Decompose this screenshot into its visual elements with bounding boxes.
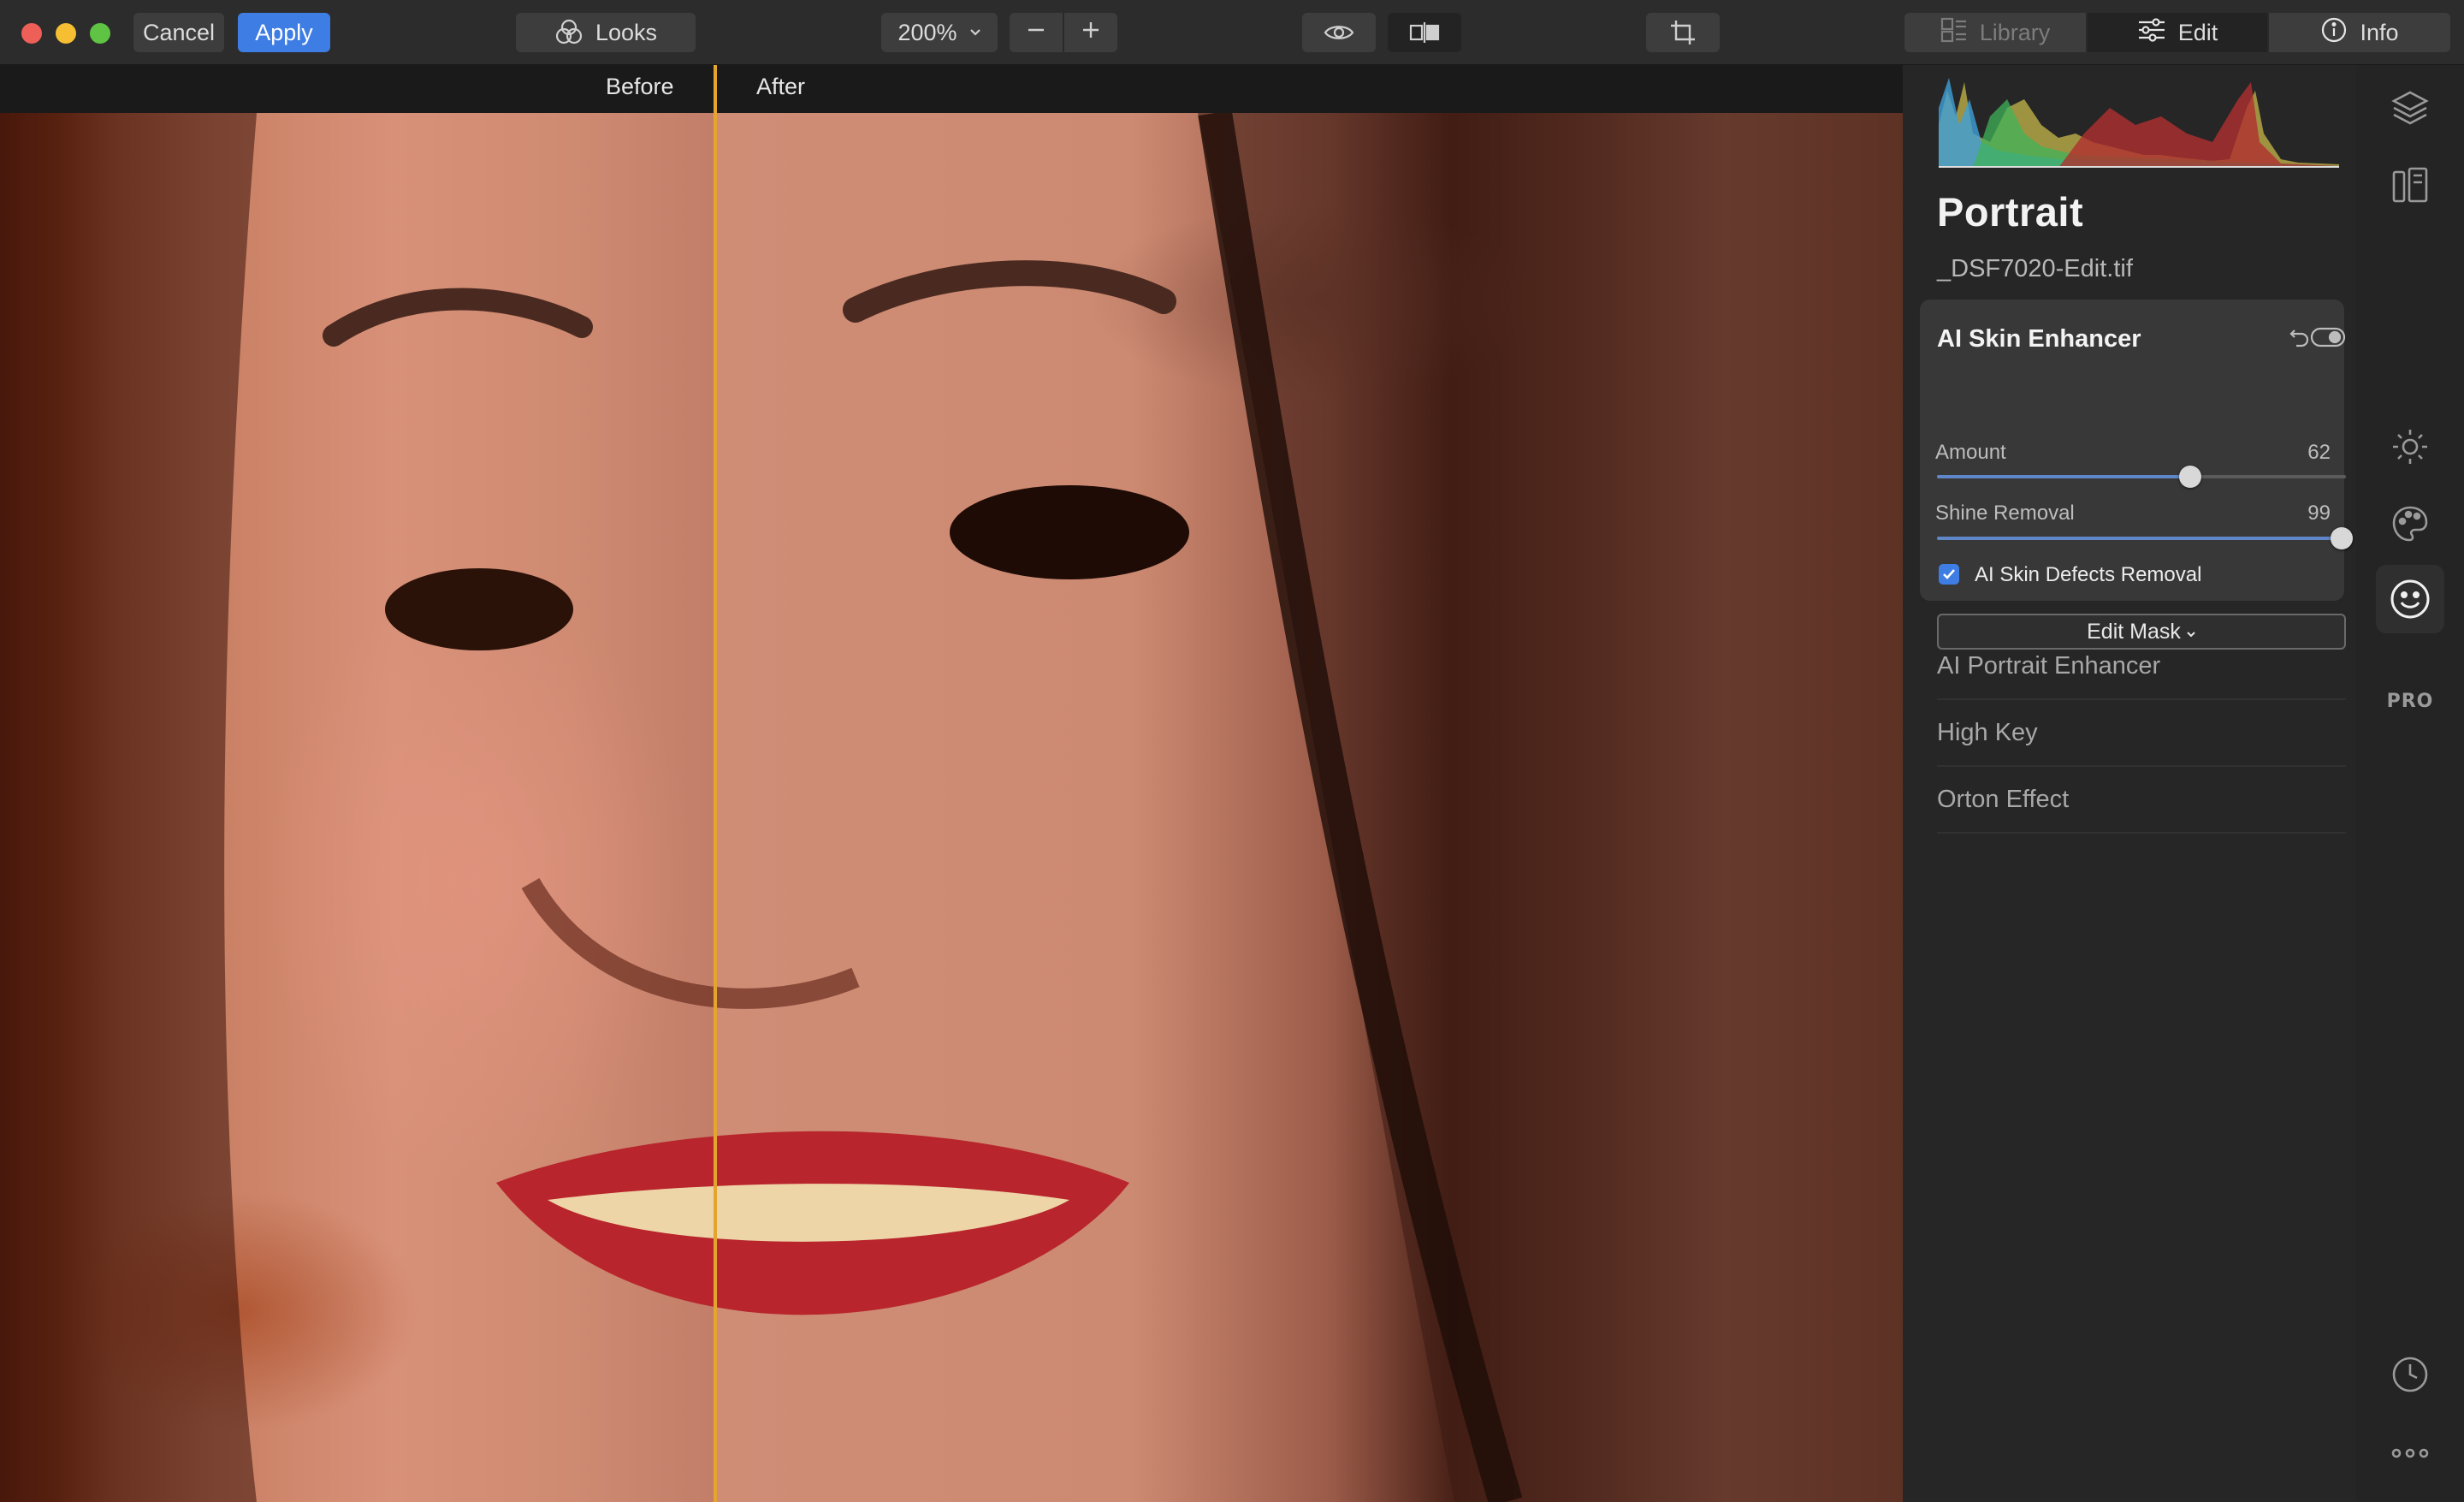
window-minimize-button[interactable] bbox=[56, 23, 76, 44]
amount-slider-fill bbox=[1937, 475, 2191, 478]
pro-tools-icon[interactable]: PRO bbox=[2385, 686, 2435, 715]
compare-header: Before After bbox=[0, 65, 1903, 113]
panel-title: Portrait bbox=[1937, 189, 2084, 235]
compare-button[interactable] bbox=[1388, 13, 1461, 52]
tab-edit-label: Edit bbox=[2177, 19, 2218, 45]
tool-category-rail: PRO bbox=[2356, 65, 2464, 1502]
split-compare-icon bbox=[1409, 21, 1440, 44]
shine-removal-slider-fill bbox=[1937, 537, 2343, 540]
tool-label: AI Portrait Enhancer bbox=[1937, 652, 2161, 680]
amount-slider-thumb[interactable] bbox=[2179, 466, 2202, 488]
chevron-down-icon bbox=[969, 28, 981, 37]
skin-defects-label: AI Skin Defects Removal bbox=[1975, 563, 2202, 586]
zoom-stepper bbox=[1010, 13, 1117, 52]
tool-label: High Key bbox=[1937, 719, 2038, 746]
pro-label: PRO bbox=[2386, 690, 2434, 712]
cancel-button[interactable]: Cancel bbox=[133, 13, 224, 52]
tab-library-label: Library bbox=[1979, 19, 2051, 45]
sun-icon[interactable] bbox=[2390, 426, 2431, 467]
ai-skin-enhancer-title: AI Skin Enhancer bbox=[1937, 325, 2141, 353]
tool-label: Orton Effect bbox=[1937, 786, 2070, 813]
shine-removal-slider-thumb[interactable] bbox=[2331, 527, 2354, 549]
apply-button[interactable]: Apply bbox=[238, 13, 330, 52]
tab-info-label: Info bbox=[2360, 19, 2399, 45]
looks-label: Looks bbox=[595, 19, 658, 45]
amount-label: Amount bbox=[1935, 441, 2006, 464]
info-icon bbox=[2320, 16, 2348, 50]
before-label: Before bbox=[606, 74, 674, 99]
crop-icon bbox=[1669, 19, 1697, 46]
zoom-value: 200% bbox=[897, 19, 957, 45]
more-options-icon[interactable] bbox=[2390, 1433, 2431, 1474]
palette-icon[interactable] bbox=[2390, 503, 2431, 544]
window-close-button[interactable] bbox=[21, 23, 42, 44]
tab-info[interactable]: Info bbox=[2269, 13, 2450, 52]
portrait-face-icon[interactable] bbox=[2376, 565, 2444, 633]
amount-value: 62 bbox=[2307, 441, 2331, 464]
zoom-dropdown[interactable]: 200% bbox=[881, 13, 998, 52]
looks-button[interactable]: Looks bbox=[516, 13, 696, 52]
amount-slider[interactable] bbox=[1937, 466, 2346, 488]
zoom-out-button[interactable] bbox=[1010, 13, 1063, 52]
crop-button[interactable] bbox=[1646, 13, 1720, 52]
minus-icon bbox=[1026, 20, 1046, 46]
reset-icon[interactable] bbox=[2288, 325, 2312, 353]
toggle-icon[interactable] bbox=[2310, 325, 2346, 353]
history-clock-icon[interactable] bbox=[2390, 1354, 2431, 1395]
skin-defects-checkbox[interactable] bbox=[1939, 564, 1959, 585]
edit-sidebar: Portrait _DSF7020-Edit.tif AI Skin Enhan… bbox=[1903, 65, 2356, 1502]
portrait-photo bbox=[0, 113, 1903, 1502]
tab-edit[interactable]: Edit bbox=[2088, 13, 2267, 52]
histogram bbox=[1939, 78, 2339, 168]
cancel-label: Cancel bbox=[142, 19, 216, 45]
file-name: _DSF7020-Edit.tif bbox=[1937, 255, 2133, 282]
image-canvas[interactable]: Before After bbox=[0, 65, 1903, 1502]
layers-icon[interactable] bbox=[2390, 87, 2431, 128]
eye-icon bbox=[1324, 22, 1354, 43]
shine-removal-value: 99 bbox=[2307, 502, 2331, 525]
preview-button[interactable] bbox=[1302, 13, 1376, 52]
checkmark-icon bbox=[1943, 569, 1955, 579]
window-maximize-button[interactable] bbox=[90, 23, 110, 44]
toolbar: Cancel Apply Looks 200% Library Edit Inf… bbox=[0, 0, 2464, 65]
tool-ai-portrait-enhancer[interactable]: AI Portrait Enhancer bbox=[1937, 633, 2346, 700]
ai-skin-enhancer-panel: AI Skin Enhancer Amount 62 Shine Removal… bbox=[1920, 300, 2354, 650]
shine-removal-label: Shine Removal bbox=[1935, 502, 2075, 525]
compare-divider-handle[interactable] bbox=[714, 65, 717, 1502]
after-label: After bbox=[756, 74, 806, 99]
sliders-icon bbox=[2137, 17, 2166, 49]
presets-icon[interactable] bbox=[2390, 164, 2431, 205]
tool-high-key[interactable]: High Key bbox=[1937, 700, 2346, 767]
looks-icon bbox=[554, 18, 583, 47]
zoom-in-button[interactable] bbox=[1064, 13, 1117, 52]
view-tabs: Library Edit Info bbox=[1904, 13, 2450, 52]
tab-library[interactable]: Library bbox=[1904, 13, 2086, 52]
shine-removal-slider[interactable] bbox=[1937, 527, 2354, 549]
tool-orton-effect[interactable]: Orton Effect bbox=[1937, 767, 2346, 834]
apply-label: Apply bbox=[255, 19, 313, 45]
portrait-features bbox=[0, 113, 1903, 1502]
plus-icon bbox=[1081, 20, 1101, 46]
library-icon bbox=[1940, 17, 1968, 49]
